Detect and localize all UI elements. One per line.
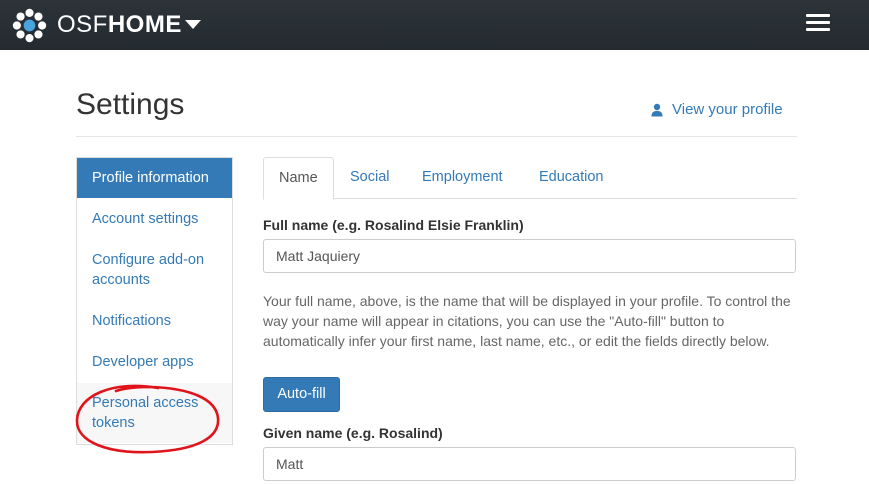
view-profile-label: View your profile xyxy=(672,101,783,118)
sidebar-item-notifications[interactable]: Notifications xyxy=(77,301,232,342)
sidebar-item-personal-access-tokens[interactable]: Personal access tokens xyxy=(77,383,232,444)
view-profile-link[interactable]: View your profile xyxy=(651,101,783,118)
full-name-label: Full name (e.g. Rosalind Elsie Franklin) xyxy=(263,217,524,233)
sidebar-item-profile-information[interactable]: Profile information xyxy=(77,158,232,199)
caret-down-icon[interactable] xyxy=(185,20,201,29)
given-name-label: Given name (e.g. Rosalind) xyxy=(263,425,443,441)
tab-name[interactable]: Name xyxy=(263,157,334,200)
brand-title[interactable]: OSFHOME xyxy=(57,10,182,40)
full-name-help-text: Your full name, above, is the name that … xyxy=(263,293,791,349)
settings-sidebar: Profile information Account settings Con… xyxy=(76,157,233,445)
sidebar-item-account-settings[interactable]: Account settings xyxy=(77,199,232,240)
user-icon xyxy=(651,103,663,116)
tab-education[interactable]: Education xyxy=(524,157,619,199)
given-name-input[interactable] xyxy=(263,447,796,481)
sidebar-item-configure-addon-accounts[interactable]: Configure add-on accounts xyxy=(77,240,232,301)
profile-tabs: Name Social Employment Education xyxy=(263,157,797,200)
autofill-button[interactable]: Auto-fill xyxy=(263,377,340,412)
hamburger-menu-icon[interactable] xyxy=(806,14,830,32)
tab-social[interactable]: Social xyxy=(335,157,405,199)
brand-light-text: OSF xyxy=(57,11,108,38)
page-title: Settings xyxy=(76,88,185,121)
full-name-input[interactable] xyxy=(263,239,796,273)
tab-employment[interactable]: Employment xyxy=(407,157,518,199)
sidebar-item-developer-apps[interactable]: Developer apps xyxy=(77,342,232,383)
brand-bold-text: HOME xyxy=(107,11,182,38)
top-navbar: OSFHOME xyxy=(0,0,869,50)
osf-logo-icon[interactable] xyxy=(12,8,47,43)
title-divider xyxy=(76,136,797,137)
